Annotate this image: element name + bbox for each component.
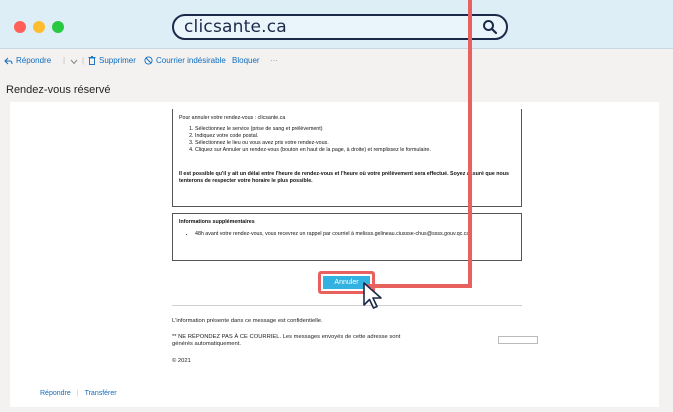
minimize-window-dot[interactable] [33,21,45,33]
action-divider: | [76,390,79,397]
reply-toolbar-button[interactable]: Répondre [4,56,51,65]
junk-button[interactable]: Courrier indésirable [144,56,226,65]
mouse-pointer-icon [363,282,382,309]
maximize-window-dot[interactable] [52,21,64,33]
no-reply-notice: ** NE RÉPONDEZ PAS À CE COURRIEL. Les me… [172,334,401,347]
toolbar-divider: | [82,56,85,65]
cancel-steps-list: Sélectionnez le service (prise de sang e… [179,126,515,154]
toolbar-divider: | [63,56,66,65]
block-circle-icon [144,56,153,65]
delay-warning: Il est possible qu'il y ait un délai ent… [179,171,509,184]
chevron-down-icon [70,59,78,65]
cancel-intro: Pour annuler votre rendez-vous : clicsan… [179,115,286,121]
info-list: 48h avant votre rendez-vous, vous recevr… [179,231,515,238]
message-body: Pour annuler votre rendez-vous : clicsan… [10,102,659,407]
info-heading: Informations supplémentaires [179,219,255,225]
reply-label: Répondre [16,56,52,65]
reply-link[interactable]: Répondre [40,390,71,397]
mail-toolbar: Répondre | | Supprimer Courrier indésira… [0,50,673,72]
cancel-step: Cliquez sur Annuler un rendez-vous (bout… [195,147,515,154]
cancel-step: Sélectionnez le lieu ou vous avez pris v… [195,140,515,147]
junk-label: Courrier indésirable [156,56,226,65]
copyright: © 2021 [172,358,191,364]
trash-icon [88,56,96,65]
annotation-line-vertical [468,0,472,288]
delete-label: Supprimer [99,56,136,65]
forward-link[interactable]: Transférer [85,390,117,397]
cancel-step: Sélectionnez le service (prise de sang e… [195,126,515,133]
close-window-dot[interactable] [14,21,26,33]
divider [172,305,522,306]
empty-field [498,336,538,344]
email-subject: Rendez-vous réservé [6,84,111,96]
reply-options-dropdown[interactable] [70,56,81,65]
url-text: clicsante.ca [184,17,287,37]
cancel-step: Indiquez votre code postal. [195,133,515,140]
address-bar[interactable]: clicsante.ca [172,14,508,40]
delete-button[interactable]: Supprimer [88,56,136,65]
more-options-button[interactable]: ··· [270,56,278,65]
search-icon[interactable] [482,19,498,35]
info-item: 48h avant votre rendez-vous, vous recevr… [195,231,515,238]
browser-chrome: clicsante.ca [0,0,673,49]
confidential-notice: L'information présente dans ce message e… [172,318,323,324]
reply-actions: Répondre | Transférer [40,390,117,397]
block-button[interactable]: Bloquer [232,56,260,65]
reply-icon [4,57,13,65]
